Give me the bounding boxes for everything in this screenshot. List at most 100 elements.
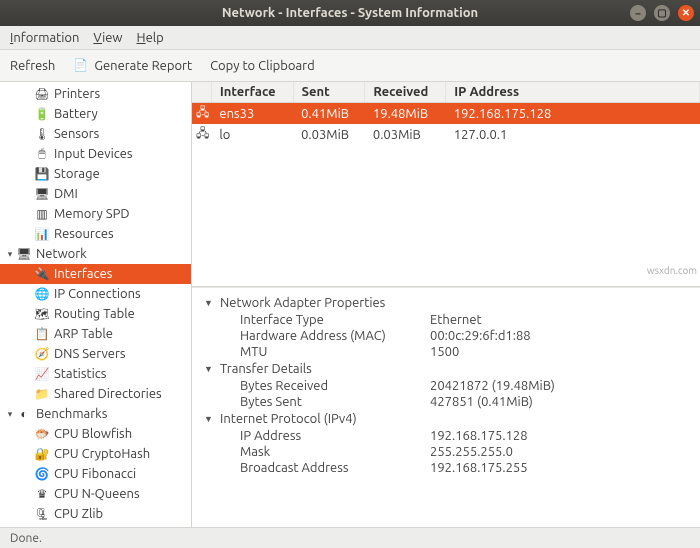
cell-iface: lo bbox=[211, 124, 293, 145]
generate-label: Generate Report bbox=[94, 59, 192, 73]
storage-icon: 💾 bbox=[34, 166, 50, 182]
cell-iface: ens33 bbox=[211, 103, 293, 125]
sidebar-item-cpu-zlib[interactable]: 🗜CPU Zlib bbox=[0, 504, 191, 524]
sidebar-item-cpu-fibonacci[interactable]: 🌀 CPU Fibonacci bbox=[0, 464, 191, 484]
minimize-button[interactable]: – bbox=[630, 5, 646, 21]
sidebar-item-label: Storage bbox=[54, 167, 100, 181]
group-adapter-header[interactable]: ▼Network Adapter Properties bbox=[204, 294, 688, 312]
prop-key: Hardware Address (MAC) bbox=[240, 329, 430, 343]
cell-ip: 127.0.0.1 bbox=[446, 124, 700, 145]
watermark: wsxdn.com bbox=[647, 265, 697, 276]
blow-icon: 🐡 bbox=[34, 426, 50, 442]
sidebar-tree[interactable]: 🖨Printers 🔋 Battery 🌡Sensors 🖱 Input Devices 💾… bbox=[0, 82, 192, 527]
sidebar-item-cpu-cryptohash[interactable]: 🔐 CPU CryptoHash bbox=[0, 444, 191, 464]
refresh-button[interactable]: Refresh bbox=[10, 59, 55, 73]
sidebar-item-label: IP Connections bbox=[54, 287, 141, 301]
sidebar-item-statistics[interactable]: 📈Statistics bbox=[0, 364, 191, 384]
collapse-icon: ▼ bbox=[204, 414, 214, 424]
sidebar-item-routing-table[interactable]: 🗺Routing Table bbox=[0, 304, 191, 324]
sidebar-item-printers[interactable]: 🖨Printers bbox=[0, 84, 191, 104]
sidebar-item-battery[interactable]: 🔋 Battery bbox=[0, 104, 191, 124]
routing-icon: 🗺 bbox=[34, 306, 50, 322]
menu-information[interactable]: Information bbox=[10, 31, 79, 45]
sidebar-item-network[interactable]: ▾🖥Network bbox=[0, 244, 191, 264]
properties-panel: ▼Network Adapter Properties Interface Ty… bbox=[192, 287, 700, 527]
sidebar-item-sensors[interactable]: 🌡Sensors bbox=[0, 124, 191, 144]
sidebar-item-shared-directories[interactable]: 📁Shared Directories bbox=[0, 384, 191, 404]
prop-key: MTU bbox=[240, 345, 430, 359]
sidebar-item-label: Battery bbox=[54, 107, 98, 121]
fft-icon: 〰 bbox=[34, 526, 50, 527]
sidebar-item-dns-servers[interactable]: 🧭 DNS Servers bbox=[0, 344, 191, 364]
crypto-icon: 🔐 bbox=[34, 446, 50, 462]
sidebar-item-label: CPU Blowfish bbox=[54, 427, 132, 441]
expand-icon: ▾ bbox=[4, 409, 16, 420]
col-received[interactable]: Received bbox=[365, 82, 446, 103]
col-sent[interactable]: Sent bbox=[293, 82, 365, 103]
sidebar-item-label: Memory SPD bbox=[54, 207, 130, 221]
sidebar-item-label: Benchmarks bbox=[36, 407, 107, 421]
collapse-icon: ▼ bbox=[204, 298, 214, 308]
close-button[interactable]: ✕ bbox=[678, 5, 694, 21]
sidebar-item-label: Input Devices bbox=[54, 147, 133, 161]
bench-icon: ◐ bbox=[16, 406, 32, 422]
memory-icon: ▥ bbox=[34, 206, 50, 222]
cell-ip: 192.168.175.128 bbox=[446, 103, 700, 125]
table-row[interactable]: 🖧lo0.03MiB0.03MiB127.0.0.1 bbox=[192, 124, 700, 145]
sidebar-item-label: CPU N-Queens bbox=[54, 487, 140, 501]
sidebar-item-label: Interfaces bbox=[54, 267, 112, 281]
window-titlebar: Network - Interfaces - System Informatio… bbox=[0, 0, 700, 26]
nq-icon: ♛ bbox=[34, 486, 50, 502]
sidebar-item-label: DMI bbox=[54, 187, 78, 201]
shared-icon: 📁 bbox=[34, 386, 50, 402]
cell-sent: 0.41MiB bbox=[293, 103, 365, 125]
battery-icon: 🔋 bbox=[34, 106, 50, 122]
maximize-button[interactable]: ▢ bbox=[654, 5, 670, 21]
prop-val: 427851 (0.41MiB) bbox=[430, 395, 533, 409]
report-icon: 📄 bbox=[73, 58, 89, 74]
generate-report-button[interactable]: 📄 Generate Report bbox=[73, 58, 192, 74]
sidebar-item-label: CPU CryptoHash bbox=[54, 447, 150, 461]
zlib-icon: 🗜 bbox=[34, 506, 50, 522]
prop-val: 1500 bbox=[430, 345, 459, 359]
sidebar-item-cpu-blowfish[interactable]: 🐡 CPU Blowfish bbox=[0, 424, 191, 444]
input-icon: 🖱 bbox=[34, 146, 50, 162]
col-ip[interactable]: IP Address bbox=[446, 82, 700, 103]
status-bar: Done. bbox=[0, 527, 700, 548]
sidebar-item-input-devices[interactable]: 🖱 Input Devices bbox=[0, 144, 191, 164]
sidebar-item-storage[interactable]: 💾 Storage bbox=[0, 164, 191, 184]
sidebar-item-label: DNS Servers bbox=[54, 347, 126, 361]
table-row[interactable]: 🖧ens330.41MiB19.48MiB192.168.175.128 bbox=[192, 103, 700, 125]
menu-help[interactable]: Help bbox=[137, 31, 164, 45]
fib-icon: 🌀 bbox=[34, 466, 50, 482]
cell-recv: 0.03MiB bbox=[365, 124, 446, 145]
sidebar-item-benchmarks[interactable]: ▾◐ Benchmarks bbox=[0, 404, 191, 424]
prop-val: Ethernet bbox=[430, 313, 482, 327]
sensor-icon: 🌡 bbox=[34, 126, 50, 142]
sidebar-item-ip-connections[interactable]: 🌐IP Connections bbox=[0, 284, 191, 304]
sidebar-item-dmi[interactable]: 🖥DMI bbox=[0, 184, 191, 204]
sidebar-item-label: Statistics bbox=[54, 367, 106, 381]
expand-icon: ▾ bbox=[4, 249, 16, 260]
sidebar-item-arp-table[interactable]: 📋ARP Table bbox=[0, 324, 191, 344]
sidebar-item-memory-spd[interactable]: ▥ Memory SPD bbox=[0, 204, 191, 224]
sidebar-item-interfaces[interactable]: 🔌Interfaces bbox=[0, 264, 191, 284]
col-interface[interactable]: Interface bbox=[211, 82, 293, 103]
group-ipv4-header[interactable]: ▼Internet Protocol (IPv4) bbox=[204, 410, 688, 428]
sidebar-item-label: CPU Fibonacci bbox=[54, 467, 136, 481]
copy-clipboard-button[interactable]: Copy to Clipboard bbox=[210, 59, 315, 73]
sidebar-item-label: Printers bbox=[54, 87, 100, 101]
sidebar-item-fpu-fft[interactable]: 〰FPU FFT bbox=[0, 524, 191, 527]
prop-key: IP Address bbox=[240, 429, 430, 443]
menu-view[interactable]: View bbox=[93, 31, 122, 45]
prop-val: 192.168.175.128 bbox=[430, 429, 528, 443]
resources-icon: 📊 bbox=[34, 226, 50, 242]
group-transfer-header[interactable]: ▼Transfer Details bbox=[204, 360, 688, 378]
dns-icon: 🧭 bbox=[34, 346, 50, 362]
sidebar-item-resources[interactable]: 📊Resources bbox=[0, 224, 191, 244]
sidebar-item-cpu-n-queens[interactable]: ♛ CPU N-Queens bbox=[0, 484, 191, 504]
cell-sent: 0.03MiB bbox=[293, 124, 365, 145]
prop-key: Interface Type bbox=[240, 313, 430, 327]
sidebar-item-label: ARP Table bbox=[54, 327, 113, 341]
prop-key: Bytes Received bbox=[240, 379, 430, 393]
